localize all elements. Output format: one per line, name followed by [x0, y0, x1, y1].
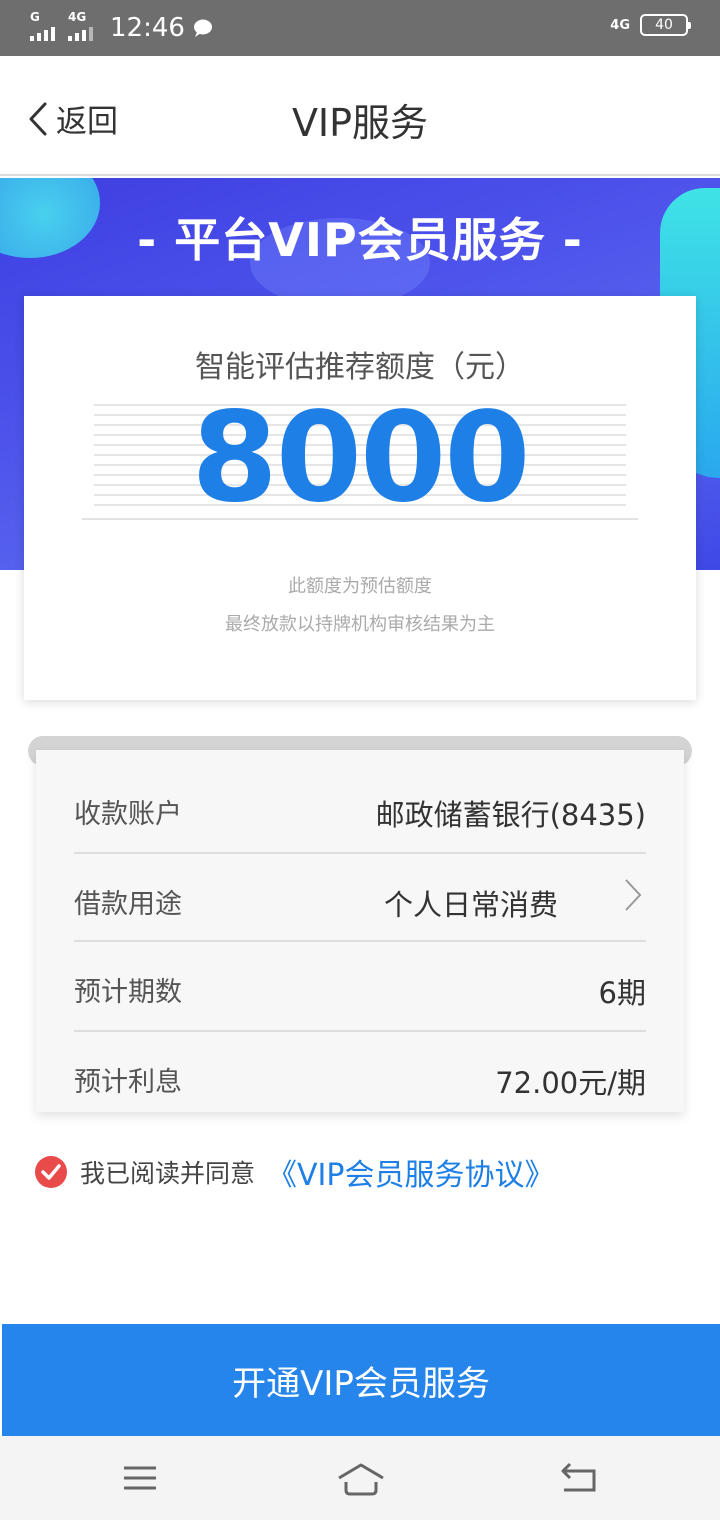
info-row-purpose[interactable]: 借款用途 个人日常消费 — [74, 850, 646, 940]
quota-card: 智能评估推荐额度（元） 8000 此额度为预估额度 最终放款以持牌机构审核结果为… — [24, 296, 696, 700]
battery-level: 40 — [655, 17, 673, 33]
info-row-account: 收款账户 邮政储蓄银行(8435) — [74, 760, 646, 850]
row-value: 72.00元/期 — [495, 1066, 646, 1100]
home-icon[interactable] — [336, 1462, 386, 1498]
quota-note: 此额度为预估额度 — [288, 576, 432, 597]
row-label: 收款账户 — [74, 799, 182, 830]
menu-icon[interactable] — [122, 1462, 158, 1494]
chat-bubble-icon — [193, 19, 212, 37]
chevron-right-icon — [625, 879, 642, 911]
network-4g-icon: 4G — [610, 17, 630, 33]
signal-label: 4G — [68, 10, 87, 24]
row-value: 6期 — [598, 976, 646, 1010]
open-vip-button[interactable]: 开通VIP会员服务 — [2, 1324, 720, 1436]
nav-bar: 返回 VIP服务 — [0, 56, 720, 176]
loan-info-card: 收款账户 邮政储蓄银行(8435) 借款用途 个人日常消费 预计期数 6期 预计… — [36, 750, 684, 1112]
banner-title: - 平台VIP会员服务 - — [137, 213, 583, 267]
row-label: 预计利息 — [74, 1067, 182, 1098]
info-row-interest: 预计利息 72.00元/期 — [74, 1028, 646, 1118]
row-label: 预计期数 — [74, 977, 182, 1008]
clock-time: 12:46 — [110, 13, 185, 43]
quota-label: 智能评估推荐额度（元） — [195, 350, 525, 385]
quota-value: 8000 — [191, 386, 530, 530]
back-icon[interactable] — [560, 1462, 598, 1494]
row-label: 借款用途 — [74, 889, 182, 920]
checkbox-checked-icon[interactable] — [34, 1155, 68, 1189]
agreement-row: 我已阅读并同意 《VIP会员服务协议》 — [34, 1150, 554, 1194]
page-title: VIP服务 — [291, 101, 429, 145]
row-value: 个人日常消费 — [383, 888, 558, 922]
signal-icon: G — [30, 11, 60, 41]
quota-note: 最终放款以持牌机构审核结果为主 — [225, 614, 495, 635]
row-value: 邮政储蓄银行(8435) — [375, 798, 646, 832]
battery-icon: 40 — [640, 14, 691, 36]
signal-label: G — [30, 10, 40, 24]
divider — [82, 518, 638, 520]
agreement-link[interactable]: 《VIP会员服务协议》 — [267, 1150, 554, 1194]
info-row-periods: 预计期数 6期 — [74, 938, 646, 1028]
agreement-text: 我已阅读并同意 — [80, 1159, 256, 1188]
status-bar: G 4G 12:46 4G 40 — [0, 0, 720, 56]
system-nav-bar — [0, 1436, 720, 1520]
signal-icon: 4G — [68, 11, 98, 41]
